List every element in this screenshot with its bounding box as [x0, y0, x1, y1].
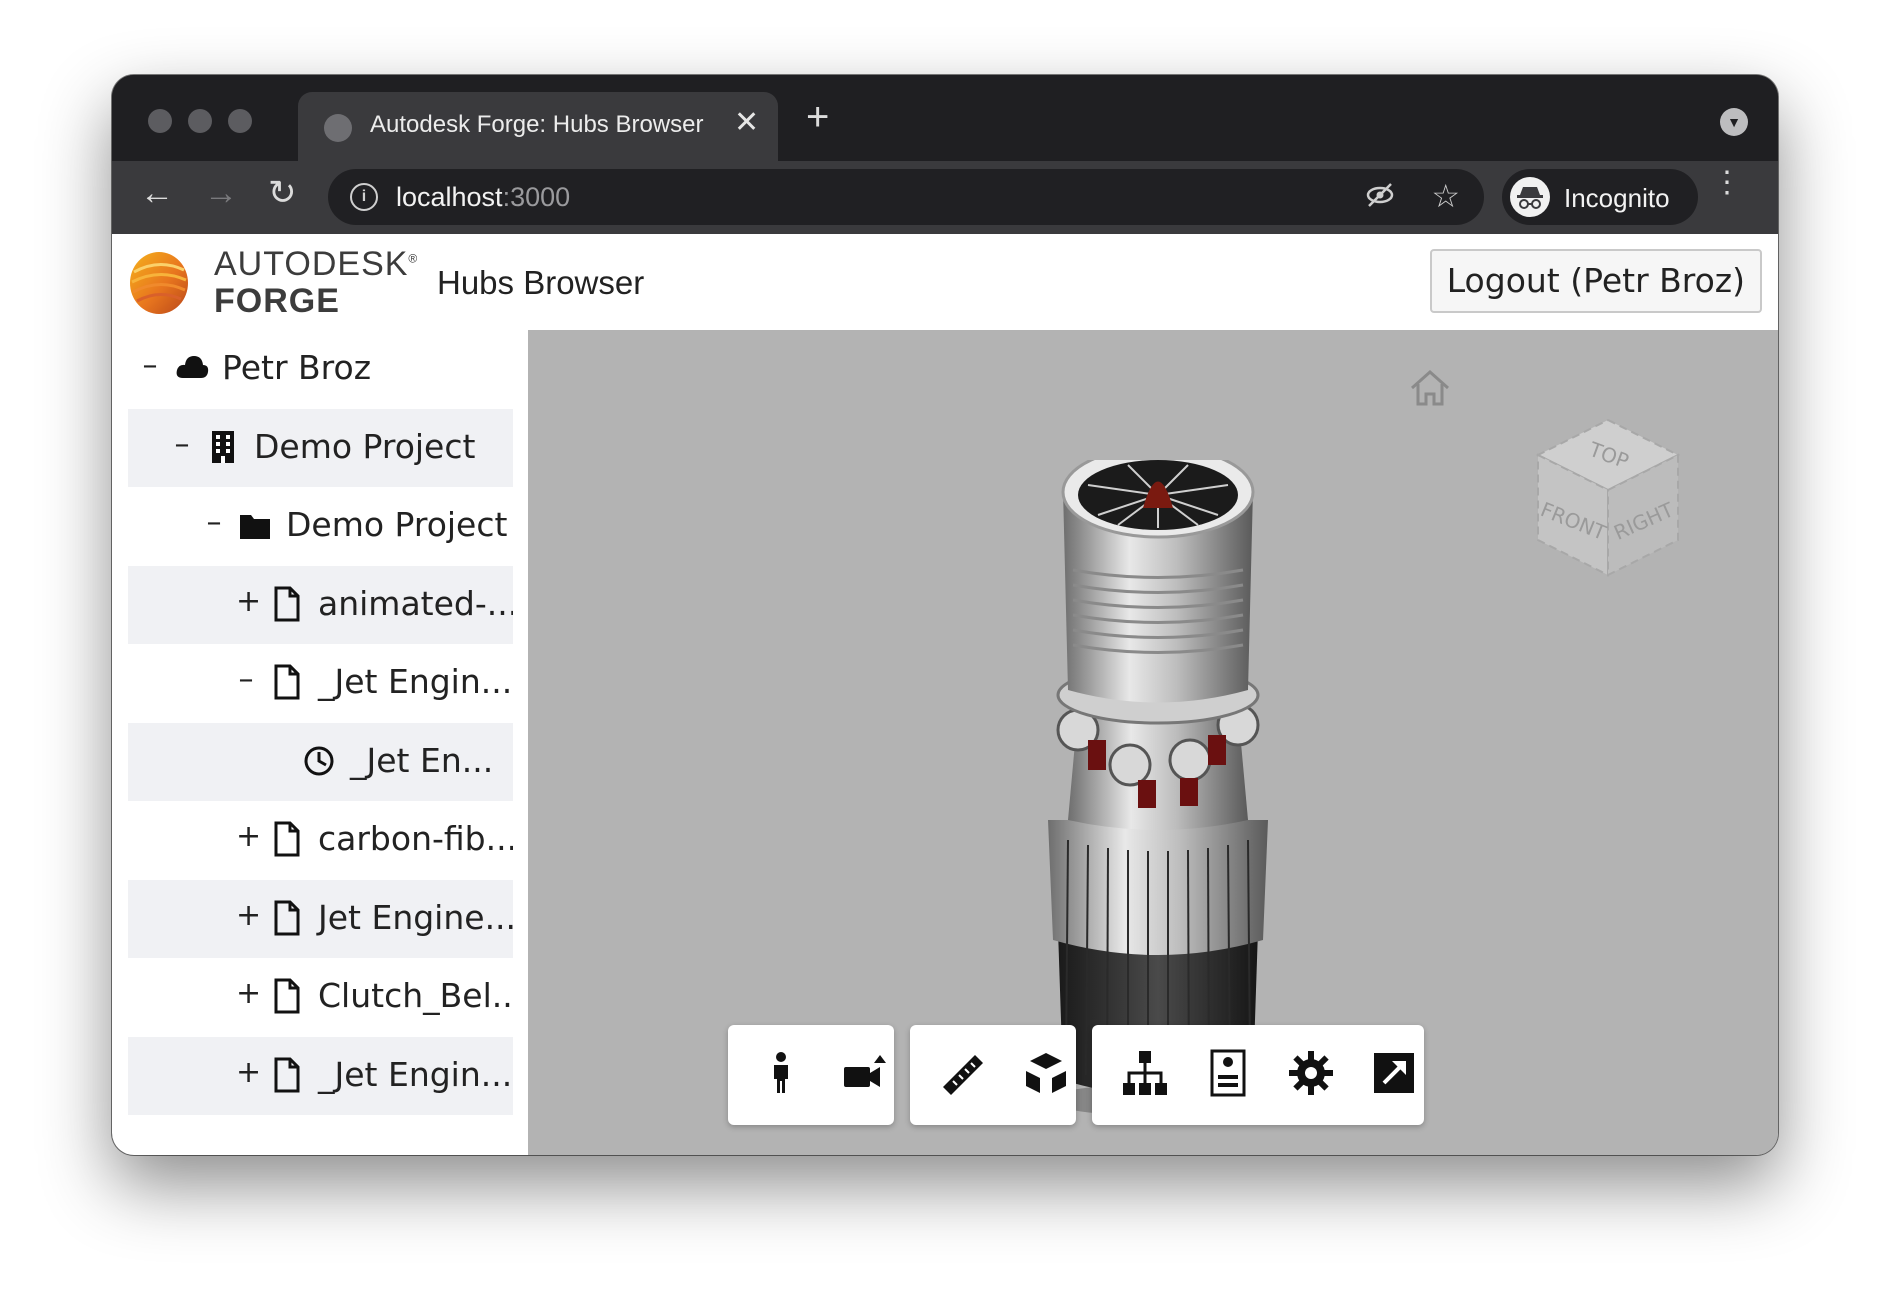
camera-button[interactable]: [834, 1045, 894, 1105]
profile-button[interactable]: Incognito: [1502, 169, 1698, 225]
clock-icon: [302, 741, 336, 781]
reload-button[interactable]: ↻: [268, 173, 297, 213]
tree-item-label: carbon-fib...: [318, 819, 513, 858]
cloud-icon: [174, 348, 209, 388]
globe-icon: [324, 114, 352, 142]
collapse-toggle[interactable]: –: [140, 348, 160, 383]
explode-button[interactable]: [1016, 1045, 1076, 1105]
home-icon[interactable]: [1408, 368, 1452, 408]
close-tab-icon[interactable]: ✕: [734, 105, 759, 140]
logo-text-autodesk-word: AUTODESK: [214, 245, 409, 283]
measure-button[interactable]: [933, 1045, 993, 1105]
jet-engine-model[interactable]: [1018, 460, 1298, 1120]
camera-icon: [840, 1049, 888, 1102]
forward-button[interactable]: →: [204, 173, 238, 213]
first-person-button[interactable]: [751, 1045, 811, 1105]
model-browser-icon: [1121, 1049, 1169, 1102]
expand-toggle[interactable]: +: [236, 1055, 261, 1090]
page-content: AUTODESK® FORGE Hubs Browser Logout (Pet…: [112, 234, 1778, 1155]
logout-button[interactable]: Logout (Petr Broz): [1429, 249, 1762, 313]
tree-item-label: Petr Broz: [222, 348, 372, 387]
settings-button[interactable]: [1281, 1045, 1341, 1105]
tree-item[interactable]: – Demo Project: [128, 408, 513, 487]
folder-icon: [238, 505, 272, 545]
expand-toggle[interactable]: +: [236, 584, 261, 619]
browser-window: Autodesk Forge: Hubs Browser ✕ + ▼ ← → ↻…: [112, 75, 1778, 1155]
tree-item-label: _Jet En...: [350, 740, 494, 780]
forge-logo-icon: [130, 252, 188, 314]
tracking-protection-icon[interactable]: [1364, 179, 1396, 218]
tree-item[interactable]: + Clutch_Bel...: [128, 958, 513, 1036]
explode-icon: [1022, 1049, 1070, 1102]
file-icon: [270, 898, 304, 938]
collapse-toggle[interactable]: –: [236, 662, 256, 697]
url-port: :3000: [502, 182, 571, 212]
file-icon: [270, 584, 304, 624]
minimize-window-button[interactable]: [188, 109, 212, 133]
incognito-icon: [1510, 177, 1550, 217]
new-tab-button[interactable]: +: [806, 97, 829, 137]
browser-tab[interactable]: Autodesk Forge: Hubs Browser ✕: [298, 92, 778, 161]
tree-item[interactable]: + _Jet Engin...: [128, 1036, 513, 1115]
profile-label: Incognito: [1564, 183, 1670, 213]
browser-toolbar: ← → ↻ i localhost:3000 ☆ Incognito ⋮: [112, 161, 1778, 234]
first-person-icon: [757, 1049, 805, 1102]
logo-text-forge: FORGE: [214, 282, 340, 320]
tab-search-button[interactable]: ▼: [1720, 108, 1748, 136]
browser-menu-button[interactable]: ⋮: [1712, 168, 1742, 198]
address-bar[interactable]: i localhost:3000 ☆: [328, 169, 1484, 225]
bookmark-star-icon[interactable]: ☆: [1431, 177, 1460, 215]
hubs-tree: – Petr Broz – Demo Project – Demo Project + ani…: [128, 330, 513, 1155]
tree-item-label: Demo Project: [286, 505, 508, 544]
file-icon: [270, 976, 304, 1016]
url-host: localhost: [396, 182, 503, 212]
tree-item[interactable]: + animated-...: [128, 565, 513, 644]
url-text: localhost:3000: [396, 182, 570, 213]
tree-item-label: _Jet Engin...: [318, 662, 513, 701]
tree-item-label: Demo Project: [254, 426, 476, 466]
measure-icon: [939, 1049, 987, 1102]
expand-toggle[interactable]: +: [236, 819, 261, 854]
app-header: AUTODESK® FORGE Hubs Browser Logout (Pet…: [112, 234, 1778, 330]
back-button[interactable]: ←: [140, 173, 174, 213]
file-icon: [270, 662, 304, 702]
maximize-window-button[interactable]: [228, 109, 252, 133]
settings-icon: [1287, 1049, 1335, 1102]
properties-icon: [1204, 1049, 1252, 1102]
app-title: Hubs Browser: [437, 264, 645, 301]
tree-item-label: Clutch_Bel...: [318, 976, 513, 1015]
viewcube[interactable]: TOP FRONT RIGHT: [1528, 410, 1688, 590]
tab-strip: Autodesk Forge: Hubs Browser ✕ + ▼: [112, 75, 1778, 161]
fullscreen-icon: [1370, 1049, 1418, 1102]
tree-item[interactable]: – Petr Broz: [128, 330, 513, 408]
expand-toggle[interactable]: +: [236, 898, 261, 933]
navigation-tools-group: [728, 1025, 894, 1125]
site-info-icon[interactable]: i: [350, 183, 378, 211]
file-icon: [270, 1055, 304, 1095]
tree-item[interactable]: + Jet Engine...: [128, 879, 513, 958]
collapse-toggle[interactable]: –: [172, 427, 192, 462]
logo-text-autodesk: AUTODESK®: [214, 245, 418, 284]
expand-toggle[interactable]: +: [236, 976, 261, 1011]
model-browser-button[interactable]: [1115, 1045, 1175, 1105]
fullscreen-button[interactable]: [1364, 1045, 1424, 1105]
settings-tools-group: [1092, 1025, 1424, 1125]
tree-item-label: Jet Engine...: [318, 897, 513, 937]
tree-item[interactable]: + carbon-fib...: [128, 801, 513, 879]
collapse-toggle[interactable]: –: [204, 505, 224, 540]
model-viewer[interactable]: TOP FRONT RIGHT: [528, 330, 1778, 1155]
tree-item-label: _Jet Engin...: [318, 1054, 513, 1094]
tree-item-label: animated-...: [318, 583, 513, 623]
properties-button[interactable]: [1198, 1045, 1258, 1105]
tree-item[interactable]: – _Jet Engin...: [128, 644, 513, 722]
tree-item[interactable]: – Demo Project: [128, 487, 513, 565]
close-window-button[interactable]: [148, 109, 172, 133]
file-icon: [270, 819, 304, 859]
modeling-tools-group: [910, 1025, 1076, 1125]
tab-title: Autodesk Forge: Hubs Browser: [370, 111, 704, 138]
registered-mark: ®: [408, 251, 419, 266]
building-icon: [206, 427, 240, 467]
tree-item[interactable]: _Jet En...: [128, 722, 513, 801]
